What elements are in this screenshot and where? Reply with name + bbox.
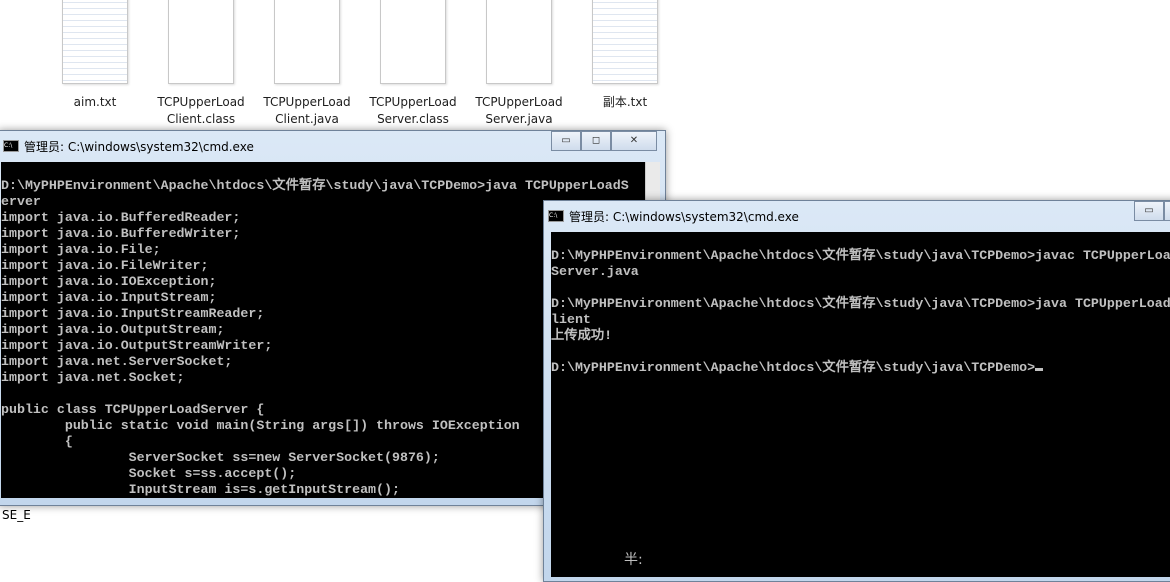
- file-item[interactable]: TCPUpperLoad Server.java: [469, 0, 569, 128]
- file-name: TCPUpperLoad Server.java: [475, 95, 563, 126]
- maximize-button[interactable]: ◻: [1164, 201, 1170, 221]
- file-name: 副本.txt: [602, 95, 648, 109]
- console-line: lient: [551, 312, 591, 327]
- console-line: D:\MyPHPEnvironment\Apache\htdocs\文件暂存\s…: [551, 296, 1170, 311]
- file-icon: [62, 0, 128, 84]
- file-item[interactable]: aim.txt: [45, 0, 145, 111]
- file-icon: [274, 0, 340, 84]
- console-line: D:\MyPHPEnvironment\Apache\htdocs\文件暂存\s…: [1, 178, 629, 193]
- file-item[interactable]: TCPUpperLoad Client.java: [257, 0, 357, 128]
- window-title: 管理员: C:\windows\system32\cmd.exe: [569, 209, 799, 224]
- cmd-window-client[interactable]: C:\ 管理员: C:\windows\system32\cmd.exe ▭ ◻…: [543, 200, 1170, 582]
- file-item[interactable]: TCPUpperLoad Server.class: [363, 0, 463, 128]
- file-item[interactable]: 副本.txt: [575, 0, 675, 111]
- file-icon: [592, 0, 658, 84]
- cmd-icon: C:\: [548, 210, 564, 222]
- cmd-icon: C:\: [3, 140, 19, 152]
- file-name: aim.txt: [73, 95, 117, 109]
- window-title: 管理员: C:\windows\system32\cmd.exe: [24, 139, 254, 154]
- file-name: TCPUpperLoad Client.class: [157, 95, 245, 126]
- console-output[interactable]: D:\MyPHPEnvironment\Apache\htdocs\文件暂存\s…: [551, 232, 1170, 577]
- text-cursor: [1035, 368, 1044, 371]
- file-icon: [168, 0, 234, 84]
- ime-status: 半:: [624, 552, 643, 568]
- console-line: D:\MyPHPEnvironment\Apache\htdocs\文件暂存\s…: [551, 248, 1170, 263]
- console-line: D:\MyPHPEnvironment\Apache\htdocs\文件暂存\s…: [551, 360, 1170, 376]
- maximize-button[interactable]: ◻: [581, 131, 611, 151]
- minimize-button[interactable]: ▭: [551, 131, 581, 151]
- file-icon: [380, 0, 446, 84]
- close-button[interactable]: ✕: [611, 131, 657, 151]
- file-item[interactable]: TCPUpperLoad Client.class: [151, 0, 251, 128]
- file-name: TCPUpperLoad Server.class: [369, 95, 457, 126]
- partial-file-label: SE_E: [2, 508, 31, 522]
- minimize-button[interactable]: ▭: [1134, 201, 1164, 221]
- console-line: 上传成功!: [551, 328, 613, 343]
- file-name: TCPUpperLoad Client.java: [263, 95, 351, 126]
- file-icon: [486, 0, 552, 84]
- title-bar[interactable]: C:\ 管理员: C:\windows\system32\cmd.exe ▭ ◻: [544, 201, 1170, 231]
- console-line: Server.java: [551, 264, 639, 279]
- title-bar[interactable]: C:\ 管理员: C:\windows\system32\cmd.exe ▭ ◻…: [0, 131, 665, 161]
